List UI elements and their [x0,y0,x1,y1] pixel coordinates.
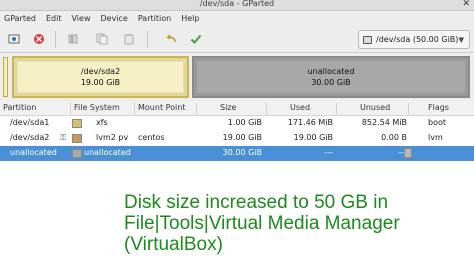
caption-text: Disk size increased to 50 GB in File|Too… [124,192,400,255]
disk-map-sda2-name: /dev/sda2 [80,67,121,76]
toolbar: /dev/sda (50.00 GiB) ▼ [0,26,474,53]
chevron-down-icon: ▼ [458,36,464,44]
resize-move-button[interactable] [66,32,80,46]
caption-line-1: Disk size increased to 50 GB in [124,192,389,213]
table-header: Partition File System Mount Point Size U… [0,101,474,116]
table-row-selected[interactable]: unallocated unallocated 30.00 GiB --- --… [0,146,474,161]
cell-used: 19.00 GiB [293,133,333,142]
title-bar: /dev/sda - GParted ✕ [0,0,474,11]
header-mount-point[interactable]: Mount Point [138,103,185,112]
filesystem-color-swatch [72,134,82,143]
column-separator [134,103,135,114]
device-selector[interactable]: /dev/sda (50.00 GiB) ▼ [358,30,470,49]
flags-edit-icon [404,148,412,158]
cell-file-system: xfs [96,118,108,127]
gparted-window: /dev/sda - GParted ✕ GParted Edit View D… [0,0,474,163]
table-row[interactable]: /dev/sda2 ⚿ lvm2 pv centos 19.00 GiB 19.… [0,131,474,146]
menu-device[interactable]: Device [100,14,127,23]
header-file-system[interactable]: File System [74,103,120,112]
column-separator [336,103,337,114]
menu-partition[interactable]: Partition [138,14,171,23]
column-separator [196,103,197,114]
disk-map-sda2-size: 19.00 GiB [80,78,121,87]
header-partition[interactable]: Partition [3,103,36,112]
menu-view[interactable]: View [72,14,91,23]
menu-help[interactable]: Help [181,14,199,23]
copy-button[interactable] [95,32,109,46]
column-separator [408,103,409,114]
cell-size: 19.00 GiB [222,133,262,142]
column-separator [70,103,71,114]
cell-flags: lvm [428,133,443,142]
header-flags[interactable]: Flags [428,103,449,112]
header-unused[interactable]: Unused [360,103,390,112]
new-partition-icon [8,34,20,44]
table-row[interactable]: /dev/sda1 xfs 1.00 GiB 171.46 MiB 852.54… [0,116,474,131]
menu-edit[interactable]: Edit [46,14,62,23]
disk-map-sda2-block[interactable]: /dev/sda2 19.00 GiB [12,56,189,98]
cell-partition: unallocated [10,148,57,157]
disk-map-unallocated-inner: unallocated 30.00 GiB [197,61,465,93]
delete-icon [34,34,44,44]
disk-map-sda1-block[interactable] [3,57,8,97]
disk-icon [363,35,372,44]
disk-map: /dev/sda2 19.00 GiB unallocated 30.00 Gi… [0,54,474,101]
cell-used: --- [324,148,333,157]
cell-size: 30.00 GiB [222,148,262,157]
paste-icon [124,34,134,45]
cell-unused: 0.00 B [381,133,407,142]
delete-partition-button[interactable] [32,32,46,46]
cell-used: 171.46 MiB [287,118,333,127]
disk-map-sda2-inner: /dev/sda2 19.00 GiB [17,61,184,93]
cell-mount-point: centos [138,133,165,142]
caption-line-3: (VirtualBox) [124,234,223,255]
cell-file-system: lvm2 pv [96,133,129,142]
cell-flags: boot [428,118,447,127]
menu-bar: GParted Edit View Device Partition Help [0,11,474,26]
new-partition-button[interactable] [7,32,21,46]
column-separator [266,103,267,114]
undo-button[interactable] [164,32,178,46]
menu-gparted[interactable]: GParted [4,14,36,23]
key-icon: ⚿ [60,133,67,142]
cell-partition: /dev/sda2 [10,133,50,142]
window-title: /dev/sda - GParted [199,0,275,8]
disk-map-unallocated-name: unallocated [307,67,355,76]
cell-file-system: unallocated [84,148,131,157]
undo-icon [166,34,176,43]
caption-line-2: File|Tools|Virtual Media Manager [124,213,400,234]
apply-button[interactable] [189,32,203,46]
toolbar-separator [147,31,148,48]
disk-map-unallocated-size: 30.00 GiB [311,78,351,87]
close-icon[interactable]: ✕ [462,0,470,9]
partition-table: Partition File System Mount Point Size U… [0,101,474,163]
toolbar-separator [55,31,56,48]
filesystem-color-swatch [72,149,82,158]
filesystem-color-swatch [72,119,82,128]
header-used[interactable]: Used [290,103,310,112]
copy-icon [96,33,108,45]
disk-map-unallocated-block[interactable]: unallocated 30.00 GiB [192,56,470,98]
cell-size: 1.00 GiB [227,118,262,127]
resize-move-icon [68,34,78,44]
device-selector-label: /dev/sda (50.00 GiB) [376,35,459,44]
checkmark-icon [190,34,202,44]
cell-partition: /dev/sda1 [10,118,50,127]
cell-unused: 852.54 MiB [361,118,407,127]
paste-button[interactable] [122,32,136,46]
header-size[interactable]: Size [220,103,236,112]
